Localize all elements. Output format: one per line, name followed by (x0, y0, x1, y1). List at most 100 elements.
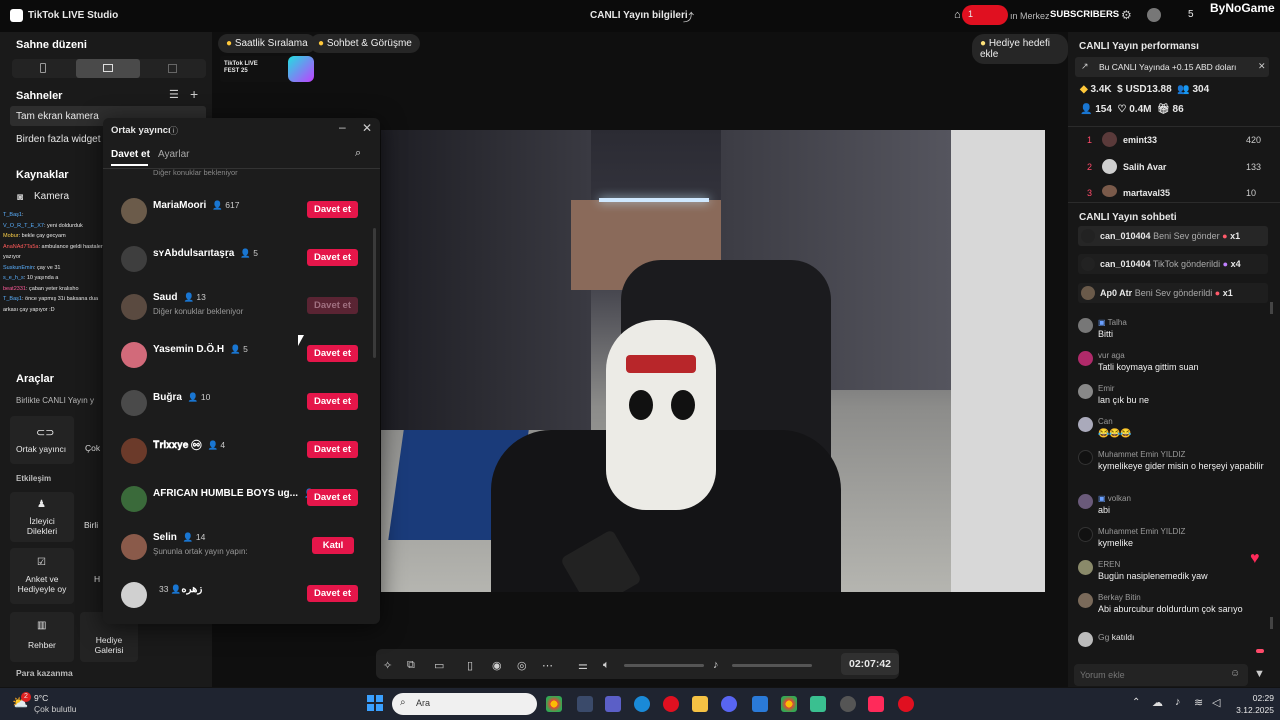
mic-icon[interactable]: ♪ (713, 659, 719, 671)
invite-button[interactable]: Davet et (307, 585, 358, 602)
cohost-row: AFRICAN HUMBLE BOYS ug...👤 3 Davet et (117, 480, 362, 520)
dismiss-icon[interactable]: ✕ (1258, 61, 1266, 72)
invite-button[interactable]: Davet et (307, 249, 358, 266)
mail-icon[interactable] (752, 696, 768, 712)
gift-goal-pill[interactable]: ● Hediye hedefi ekle (972, 34, 1068, 64)
rank-name[interactable]: emint33 (1123, 135, 1157, 145)
tray-mic-icon[interactable]: ♪ (1175, 696, 1181, 708)
stream-info-title[interactable]: CANLI Yayın bilgileri (590, 10, 688, 21)
chat-meet-pill[interactable]: ● Sohbet & Görüşme (310, 34, 420, 53)
cohost-tool[interactable]: ⊂⊃ Ortak yayıncı (10, 416, 74, 464)
guide-tool[interactable]: ▥ Rehber (10, 612, 74, 662)
creator-center-link[interactable]: ın Merkez (1010, 11, 1050, 21)
camera-preview[interactable] (381, 130, 1045, 592)
avatar (1078, 384, 1093, 399)
multi-guest-tool[interactable]: Çok (85, 443, 100, 453)
gift-icon: ● (1214, 288, 1221, 298)
avatar (1081, 229, 1095, 243)
speaker-icon[interactable]: 🔈︎ (603, 659, 610, 672)
invite-button[interactable]: Davet et (307, 393, 358, 410)
tab-invite[interactable]: Davet et (111, 149, 150, 160)
tiktok-live-studio-icon[interactable] (868, 696, 884, 712)
discord-icon[interactable] (721, 696, 737, 712)
youtube-icon[interactable] (898, 696, 914, 712)
rank-name[interactable]: Salih Avar (1123, 162, 1166, 172)
invite-button[interactable]: Davet et (307, 441, 358, 458)
more-icon[interactable]: ⋯ (542, 659, 553, 672)
overlay-chat-user: beat2331 (3, 285, 26, 292)
windows-start-icon[interactable] (367, 695, 383, 711)
avatar (121, 438, 147, 464)
chrome-icon[interactable] (546, 696, 562, 712)
share-icon[interactable]: ⤴ (683, 9, 694, 25)
gift-user: can_010404 (1100, 259, 1151, 269)
profile-avatar[interactable] (1147, 8, 1161, 22)
volume-icon[interactable]: ◁ (1212, 696, 1220, 709)
enhance-icon[interactable]: ⧉ (407, 659, 415, 672)
chat-scrollbar-lower[interactable] (1270, 617, 1273, 629)
search-icon[interactable]: ⌕ (355, 147, 361, 160)
live-fest-banner[interactable]: TikTok LIVE FEST 25 (220, 56, 314, 82)
add-scene-icon[interactable]: + (190, 86, 198, 102)
source-camera[interactable]: Kamera (34, 191, 69, 202)
tray-chevron-icon[interactable]: ⌃ (1132, 697, 1140, 708)
search-icon: ⌕ (400, 697, 406, 708)
invite-button[interactable]: Davet et (307, 201, 358, 218)
chat-scrollbar[interactable] (1270, 302, 1273, 314)
edge-icon[interactable] (634, 696, 650, 712)
hand-icon: ● (226, 38, 233, 49)
camera-app-icon[interactable] (577, 696, 593, 712)
subscribers-label: SUBSCRIBERS (1050, 9, 1120, 20)
obs-icon[interactable] (840, 696, 856, 712)
modal-scrollbar[interactable] (373, 228, 376, 358)
portrait-layout-icon[interactable] (40, 63, 46, 73)
capture-icon[interactable]: ◎ (517, 659, 527, 672)
mic-volume-slider[interactable] (732, 664, 812, 667)
emoji-icon[interactable]: ☺ (1230, 668, 1240, 679)
settings-gear-icon[interactable]: ⚙ (1121, 8, 1132, 22)
poll-tool[interactable]: ☑ Anket ve Hediyeyle oy (10, 548, 74, 604)
tab-settings[interactable]: Ayarlar (158, 149, 190, 160)
subscribe-badge[interactable]: 1 (962, 5, 1008, 25)
comment-input[interactable] (1080, 667, 1220, 683)
speaker-volume-slider[interactable] (624, 664, 704, 667)
viewer-requests-tool[interactable]: ♟ İzleyici Dilekleri (10, 492, 74, 542)
hourly-ranking-pill[interactable]: ● Saatlik Sıralama (218, 34, 316, 53)
chat-text: kymelike (1098, 538, 1134, 548)
clock-date[interactable]: 3.12.2025 (1226, 705, 1274, 715)
minimize-icon[interactable]: – (339, 120, 346, 134)
invite-button[interactable]: Davet et (307, 345, 358, 362)
join-button[interactable]: Katıl (312, 537, 354, 554)
opera-icon[interactable] (663, 696, 679, 712)
close-icon[interactable]: ✕ (362, 121, 372, 135)
invite-button[interactable]: Davet et (307, 489, 358, 506)
scene-icon[interactable]: ▭ (434, 659, 444, 672)
rank-name[interactable]: martaval35 (1123, 188, 1170, 198)
clock-time[interactable]: 02:29 (1244, 693, 1274, 703)
mixer-icon[interactable]: ⚌ (578, 659, 588, 672)
scene-list-icon[interactable]: ☰ (169, 88, 179, 101)
chrome-icon-2[interactable] (781, 696, 797, 712)
stats-row-1: ◆ 3.4K $ USD13.88 👥 304 (1080, 84, 1209, 95)
rank-number: 2 (1087, 162, 1093, 172)
filter-icon[interactable]: ▼ (1254, 668, 1265, 680)
home-icon[interactable]: ⌂ (954, 9, 961, 21)
phone-icon[interactable]: ▯ (467, 659, 473, 672)
multi-layout-icon[interactable] (168, 64, 177, 73)
scene-item-multi-widget[interactable]: Birden fazla widget (16, 134, 101, 145)
tray-app-icon[interactable]: ☁ (1152, 696, 1163, 709)
teams-icon[interactable] (605, 696, 621, 712)
person-icon: ♟ (37, 499, 46, 510)
effects-icon[interactable]: ✧ (383, 659, 392, 672)
comment-box[interactable]: ☺ (1074, 664, 1248, 686)
record-icon[interactable]: ◉ (492, 659, 502, 672)
file-explorer-icon[interactable] (692, 696, 708, 712)
wifi-icon[interactable]: ≋ (1194, 696, 1203, 709)
app-icon[interactable] (810, 696, 826, 712)
overlay-chat-user: s_e_h_s (3, 275, 24, 281)
landscape-layout-button[interactable] (76, 59, 140, 78)
bulb-icon: ● (980, 38, 987, 49)
engagement-tool-2[interactable]: Birli (84, 520, 98, 530)
taskbar-search[interactable]: ⌕ Ara (392, 693, 537, 715)
help-icon[interactable]: ⓘ (169, 124, 178, 137)
